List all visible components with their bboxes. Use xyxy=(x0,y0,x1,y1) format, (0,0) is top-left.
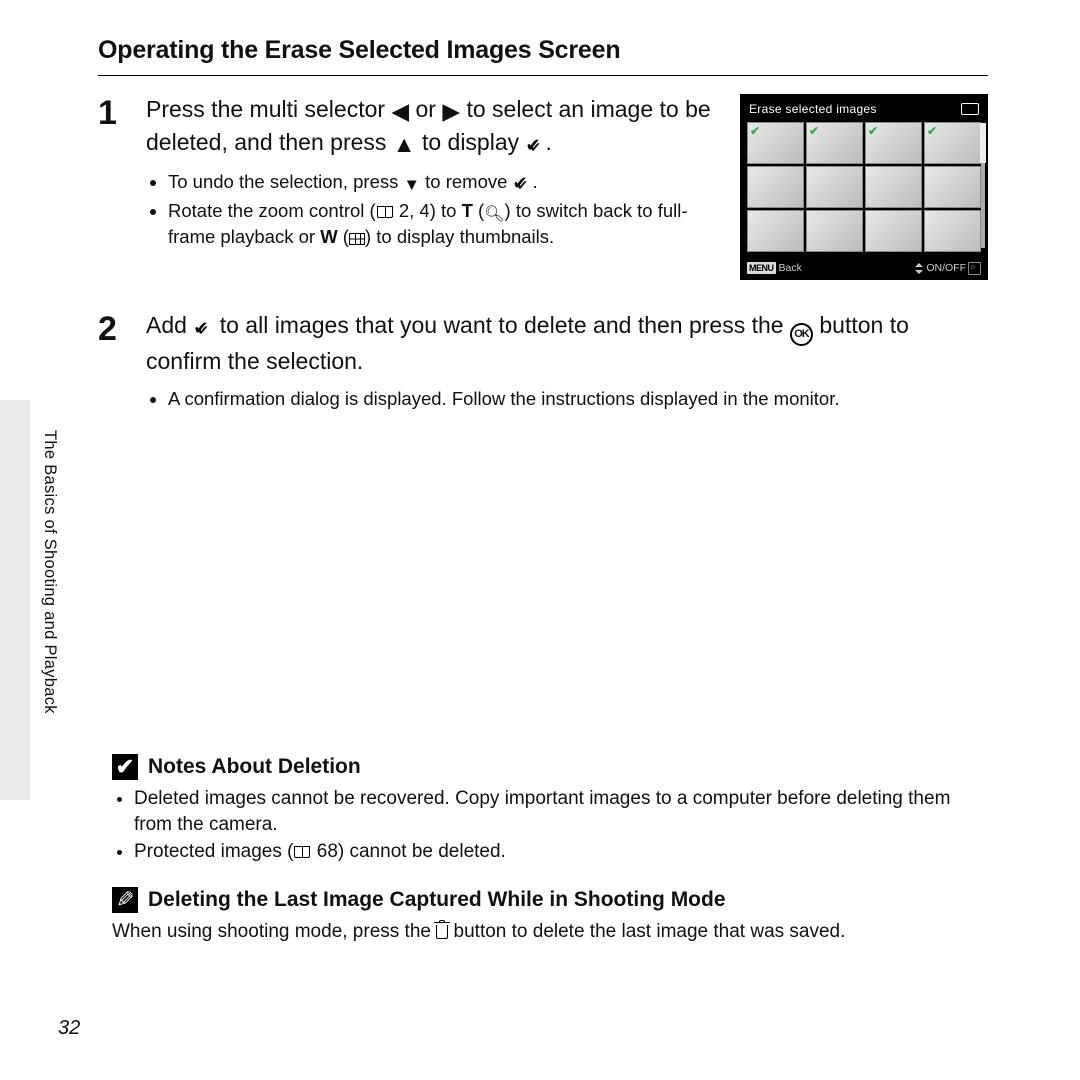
magnify-chip-icon xyxy=(968,262,981,275)
thumb xyxy=(747,122,804,164)
section-title: Operating the Erase Selected Images Scre… xyxy=(98,36,988,65)
triangle-up-icon: ▲ xyxy=(393,129,416,160)
manual-page: Operating the Erase Selected Images Scre… xyxy=(0,0,1080,1080)
step-number: 2 xyxy=(98,310,146,414)
note-pencil-icon xyxy=(112,887,138,913)
thumb xyxy=(865,166,922,208)
step2-bullet: A confirmation dialog is displayed. Foll… xyxy=(168,387,988,412)
trash-icon xyxy=(436,925,448,939)
notes1-title: Notes About Deletion xyxy=(148,755,361,779)
thumbnail-grid-icon xyxy=(349,233,365,245)
triangle-down-icon: ▼ xyxy=(404,174,420,196)
cam-thumbnail-grid xyxy=(741,122,987,252)
thumb xyxy=(747,210,804,252)
magnify-icon: 🔍︎ xyxy=(484,204,504,226)
horizontal-rule xyxy=(98,75,988,76)
thumb xyxy=(806,166,863,208)
thumb xyxy=(865,210,922,252)
up-down-icon xyxy=(915,263,924,274)
notes2-title: Deleting the Last Image Captured While i… xyxy=(148,888,726,912)
step-number: 1 xyxy=(98,94,146,280)
cam-title: Erase selected images xyxy=(749,102,877,116)
notes-last-image: Deleting the Last Image Captured While i… xyxy=(112,887,988,945)
step1-bullet-1: To undo the selection, press ▼ to remove… xyxy=(168,170,722,196)
thumb xyxy=(806,210,863,252)
double-check-icon xyxy=(193,319,213,335)
cam-footer-back: MENUBack xyxy=(747,262,802,274)
notes2-paragraph: When using shooting mode, press the butt… xyxy=(112,919,988,945)
thumb xyxy=(924,166,981,208)
book-ref-icon xyxy=(294,846,310,858)
thumb xyxy=(806,122,863,164)
step1-bullet-2: Rotate the zoom control ( 2, 4) to T (🔍︎… xyxy=(168,199,722,251)
cam-scrollbar xyxy=(981,123,985,248)
book-ref-icon xyxy=(377,206,393,218)
step2-heading: Add to all images that you want to delet… xyxy=(146,310,988,377)
double-check-icon xyxy=(526,136,546,152)
triangle-right-icon: ▶ xyxy=(442,96,460,127)
thumb xyxy=(747,166,804,208)
camera-screen-illustration: Erase selected images xyxy=(740,94,988,280)
menu-chip-icon: MENU xyxy=(747,262,776,274)
step-2: 2 Add to all images that you want to del… xyxy=(98,310,988,414)
note-check-icon xyxy=(112,754,138,780)
step1-heading: Press the multi selector ◀ or ▶ to selec… xyxy=(146,94,722,160)
notes1-bullet-2: Protected images ( 68) cannot be deleted… xyxy=(134,839,988,865)
trash-icon xyxy=(961,103,979,115)
step-1: 1 Press the multi selector ◀ or ▶ to sel… xyxy=(98,94,988,280)
cam-footer-onoff: ON/OFF xyxy=(915,262,981,275)
triangle-left-icon: ◀ xyxy=(391,96,409,127)
page-number: 32 xyxy=(58,1017,80,1040)
double-check-icon xyxy=(513,174,533,190)
notes1-bullet-1: Deleted images cannot be recovered. Copy… xyxy=(134,786,988,837)
notes-about-deletion: Notes About Deletion Deleted images cann… xyxy=(112,754,988,945)
thumb xyxy=(865,122,922,164)
thumb xyxy=(924,122,981,164)
ok-button-icon: OK xyxy=(790,323,813,346)
thumb xyxy=(924,210,981,252)
